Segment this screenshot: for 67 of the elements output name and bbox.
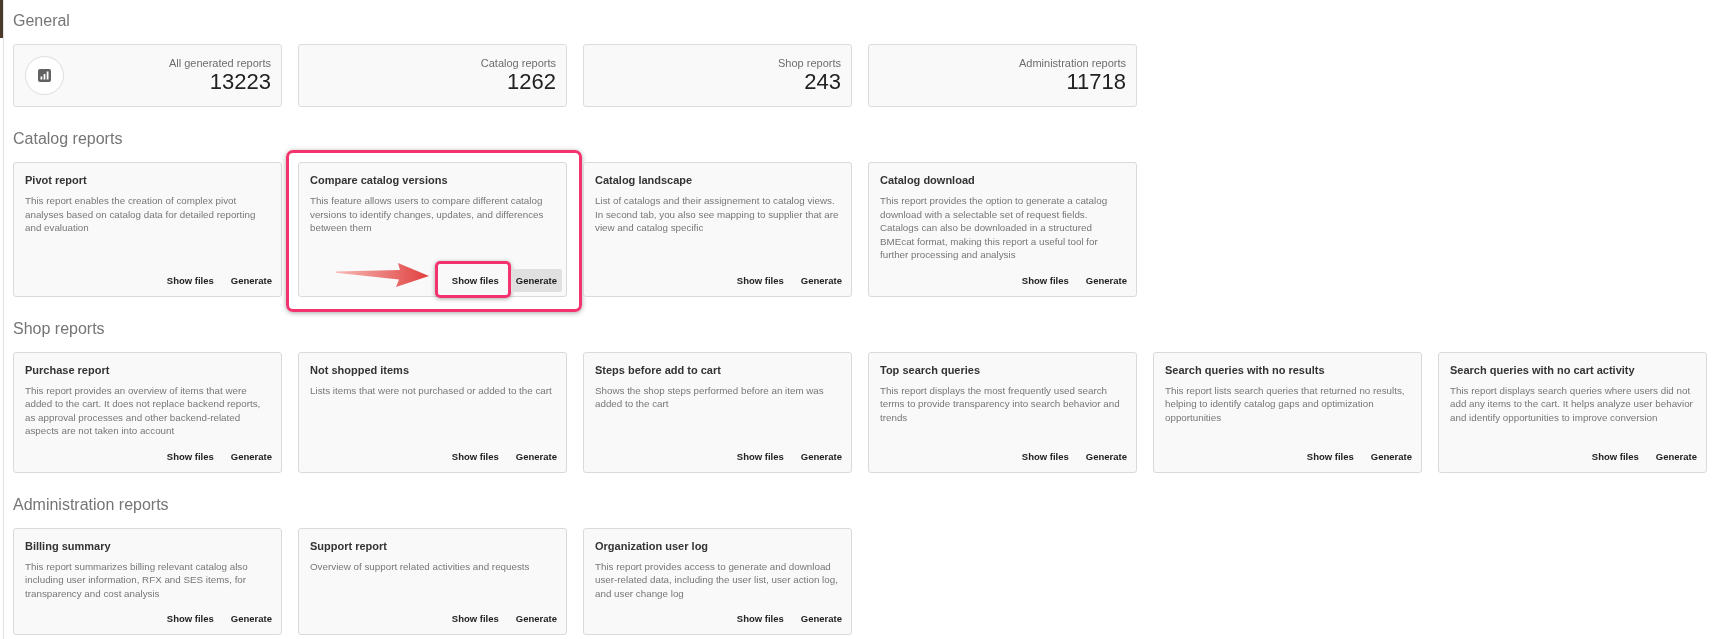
show-files-button[interactable]: Show files	[161, 444, 219, 468]
show-files-button[interactable]: Show files	[446, 268, 504, 292]
generate-button[interactable]: Generate	[795, 268, 847, 292]
show-files-button[interactable]: Show files	[731, 268, 789, 292]
report-description: This report enables the creation of complex pivot analyses based on catalog data for detailed reporting and evaluation	[25, 194, 257, 235]
generate-button[interactable]: Generate	[225, 607, 277, 630]
stat-label: Catalog reports	[480, 57, 556, 70]
report-description: This feature allows users to compare different catalog versions to identify changes, updates, and differences between them	[310, 194, 545, 235]
report-title: Not shopped items	[310, 362, 410, 377]
report-description: This report displays the most frequently used search terms to provide transparency into search behavior and trends	[880, 383, 1121, 424]
report-title: Catalog landscape	[595, 173, 694, 187]
generate-button[interactable]: Generate	[225, 268, 277, 292]
generate-button[interactable]: Generate	[225, 444, 277, 468]
report-title: Support report	[310, 538, 388, 553]
report-title: Search queries with no cart activity	[1450, 362, 1636, 377]
show-files-button[interactable]: Show files	[1301, 444, 1359, 468]
generate-button[interactable]: Generate	[510, 607, 562, 630]
report-description: Overview of support related activities and requests	[310, 559, 531, 573]
show-files-button[interactable]: Show files	[1016, 444, 1074, 468]
section-heading: Shop reports	[13, 318, 106, 339]
show-files-button[interactable]: Show files	[731, 607, 789, 630]
report-description: Lists items that were not purchased or added to the cart	[310, 383, 553, 397]
report-title: Top search queries	[880, 362, 982, 377]
stat-value: 243	[804, 70, 841, 94]
bar-chart-icon	[25, 56, 64, 95]
show-files-button[interactable]: Show files	[161, 607, 219, 630]
stat-value: 13223	[209, 70, 271, 94]
stat-label: Shop reports	[778, 57, 841, 70]
show-files-button[interactable]: Show files	[1586, 444, 1644, 468]
stat-label: All generated reports	[168, 57, 271, 70]
stat-value: 1262	[507, 70, 556, 94]
report-title: Purchase report	[25, 362, 111, 377]
report-description: This report lists search queries that returned no results, helping to identify catalog gaps and optimization opportunities	[1165, 383, 1406, 424]
generate-button[interactable]: Generate	[795, 444, 847, 468]
generate-button[interactable]: Generate	[510, 444, 562, 468]
generate-button[interactable]: Generate	[510, 268, 562, 292]
report-title: Pivot report	[25, 173, 88, 187]
active-indicator	[0, 0, 3, 38]
report-title: Search queries with no results	[1165, 362, 1326, 377]
show-files-button[interactable]: Show files	[161, 268, 219, 292]
report-description: This report provides an overview of items that were added to the cart. It does not replace backend reports, as approval processes and other backend-related aspects are not taken into account	[25, 383, 262, 438]
report-description: List of catalogs and their assignement to catalog views. In second tab, you also see mapping to supplier that are view and catalog specific	[595, 194, 839, 235]
report-description: This report displays search queries where users did not add any items to the cart. It helps analyze user behavior and identify opportunities to improve conversion	[1450, 383, 1694, 424]
report-description: This report provides the option to generate a catalog download with a selectable set of request fields. Catalogs can also be downloaded in a structured BMEcat format, making this report a useful tool for further processing and analysis	[880, 194, 1109, 262]
report-description: This report summarizes billing relevant catalog also including user information, RFX and SES items, for transparency and cost analysis	[25, 559, 249, 600]
show-files-button[interactable]: Show files	[731, 444, 789, 468]
stat-label: Administration reports	[1019, 57, 1126, 70]
generate-button[interactable]: Generate	[1080, 444, 1132, 468]
section-heading: Catalog reports	[13, 129, 124, 149]
arrow-icon	[335, 263, 429, 287]
generate-button[interactable]: Generate	[1365, 444, 1417, 468]
report-title: Organization user log	[595, 538, 710, 553]
report-description: Shows the shop steps performed before an item was added to the cart	[595, 383, 825, 411]
report-title: Steps before add to cart	[595, 362, 722, 377]
report-description: This report provides access to generate and download user-related data, including the user list, user action log, and user change log	[595, 559, 839, 600]
generate-button[interactable]: Generate	[1650, 444, 1702, 468]
generate-button[interactable]: Generate	[1080, 268, 1132, 292]
section-heading: Administration reports	[13, 494, 170, 515]
report-title: Catalog download	[880, 173, 976, 187]
section-heading: General	[13, 11, 71, 31]
generate-button[interactable]: Generate	[795, 607, 847, 630]
show-files-button[interactable]: Show files	[446, 607, 504, 630]
show-files-button[interactable]: Show files	[1016, 268, 1074, 292]
show-files-button[interactable]: Show files	[446, 444, 504, 468]
stat-value: 11718	[1066, 70, 1126, 94]
report-title: Compare catalog versions	[310, 173, 449, 187]
report-title: Billing summary	[25, 538, 112, 553]
